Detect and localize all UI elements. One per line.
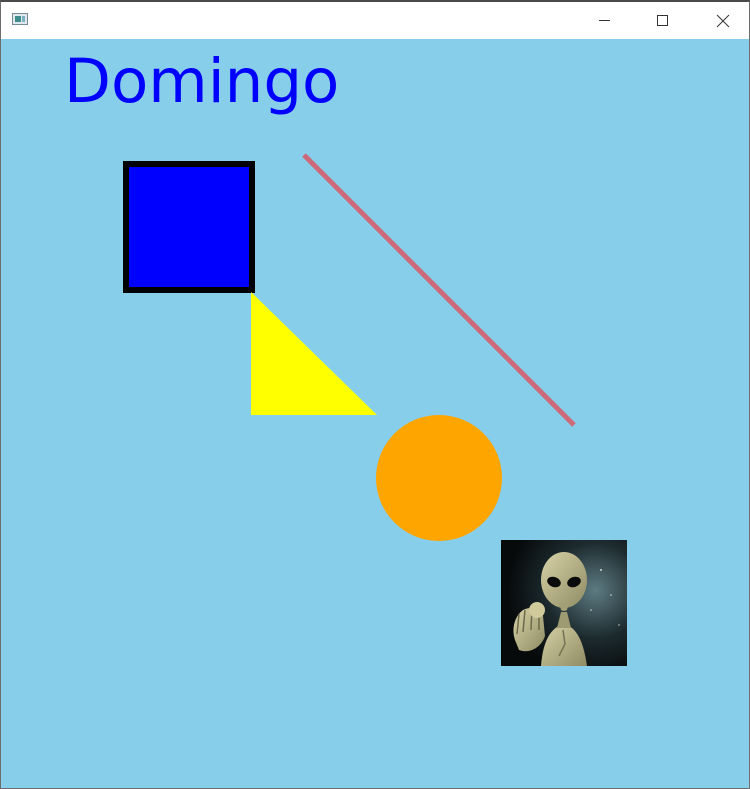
close-icon xyxy=(716,14,730,28)
title-bar[interactable] xyxy=(1,2,749,39)
icon-pane-right xyxy=(22,16,25,22)
shapes-layer xyxy=(251,153,576,427)
yellow-triangle xyxy=(251,292,377,415)
application-window-icon[interactable] xyxy=(12,13,28,25)
icon-pane-left xyxy=(15,16,21,22)
minimize-icon xyxy=(599,20,610,21)
maximize-button[interactable] xyxy=(639,2,685,39)
minimize-button[interactable] xyxy=(581,2,627,39)
close-button[interactable] xyxy=(698,2,744,39)
orange-circle xyxy=(376,415,502,541)
app-window: Domingo xyxy=(0,0,750,789)
alien-image xyxy=(501,540,627,666)
drawing-canvas: Domingo xyxy=(1,39,749,788)
maximize-icon xyxy=(657,15,668,26)
